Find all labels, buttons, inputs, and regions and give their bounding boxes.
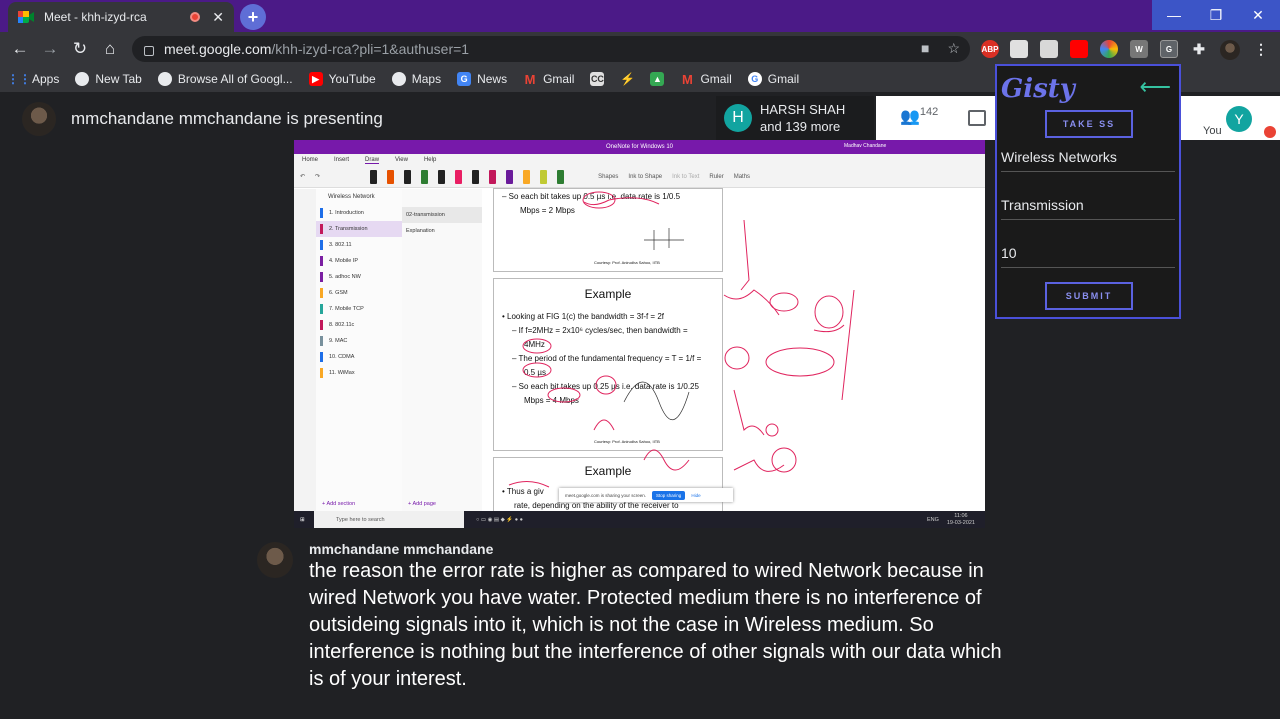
ink-annotations [508,191,855,488]
google-icon: G [747,72,762,86]
apps-grid-icon: ⋮⋮ [7,72,31,86]
bookmark-browse-google[interactable]: Browse All of Googl... [157,72,293,86]
bookmark-youtube[interactable]: ▶ YouTube [308,72,376,86]
presenting-label: mmchandane mmchandane is presenting [71,109,383,128]
restore-button[interactable]: ❐ [1194,0,1238,30]
camera-icon[interactable]: ■ [921,40,929,57]
count-field[interactable]: 10 [1001,242,1175,268]
presenter-avatar [22,102,56,136]
caption-speaker: mmchandane mmchandane [309,541,494,557]
people-icon: 👥 [900,108,920,126]
self-label: You [1203,125,1222,137]
browser-tab[interactable]: Meet - khh-izyd-rca ✕ [8,2,234,32]
bookmark-cc[interactable]: CC [590,72,605,86]
youtube-extension-icon[interactable] [1070,40,1088,58]
url-path: /khh-izyd-rca?pli=1&authuser=1 [271,41,470,57]
bookmark-apps[interactable]: ⋮⋮ Apps [7,72,59,86]
bookmark-new-tab[interactable]: New Tab [75,72,142,86]
browser-toolbar: ← → ↻ ⌂ meet.google.com/khh-izyd-rca?pli… [0,32,1280,66]
reload-icon[interactable]: ↻ [68,38,92,60]
task-view-icon[interactable]: ○ ▭ ◉ ▤ ◆ ⚡ ● ● [476,517,523,523]
windows-taskbar: ⊞ Type here to search ○ ▭ ◉ ▤ ◆ ⚡ ● ● EN… [294,511,985,528]
back-arrow-icon[interactable]: ⟵ [1139,74,1171,100]
shared-screen: OneNote for Windows 10 Madhav Chandane H… [294,140,985,528]
caption-speaker-avatar [257,542,293,578]
people-button[interactable]: 👥142 [900,106,938,126]
participant-tile[interactable]: H HARSH SHAH and 139 more [716,96,874,140]
caption-text: the reason the error rate is higher as c… [309,560,1002,690]
bookmark-maps[interactable]: Maps [391,72,441,86]
chrome-icon [157,72,172,86]
windows-start-icon[interactable]: ⊞ [300,517,305,523]
bookmark-news[interactable]: G News [457,72,507,86]
screen-share-bar: meet.google.com is sharing your screen. … [559,488,733,502]
gisty-logo: Gisty [1001,74,1075,104]
chrome-icon [391,72,406,86]
topic-field[interactable]: Transmission [1001,194,1175,220]
gmail-icon: M [682,71,693,87]
extensions-puzzle-icon[interactable]: ✚ [1190,40,1208,58]
extension-doc-icon[interactable] [1010,40,1028,58]
address-bar[interactable]: meet.google.com/khh-izyd-rca?pli=1&authu… [132,36,970,62]
taskbar-search[interactable]: Type here to search [314,511,464,528]
cc-icon: CC [590,72,605,86]
taskbar-lang: ENG [926,516,939,523]
bookmark-gmail-3[interactable]: G Gmail [747,72,799,86]
bookmark-star-icon[interactable]: ☆ [947,40,960,57]
url-host: meet.google.com [164,41,272,57]
subject-field[interactable]: Wireless Networks [1001,146,1175,172]
participant-more: and 139 more [760,119,841,134]
participant-name: HARSH SHAH [760,102,846,117]
lock-icon [144,46,154,56]
bookmark-power[interactable]: ⚡ [619,72,635,86]
submit-button[interactable]: SUBMIT [1045,282,1133,310]
title-bar: Meet - khh-izyd-rca ✕ + — ❐ ✕ [0,0,1280,32]
bookmark-gmail-2[interactable]: M Gmail [680,71,732,87]
self-tile[interactable]: Y You [1200,100,1280,140]
chat-icon[interactable] [968,110,986,126]
share-message: meet.google.com is sharing your screen. [565,492,647,498]
w-extension-icon[interactable]: W [1130,40,1148,58]
take-ss-button[interactable]: TAKE SS [1045,110,1133,138]
menu-dots-icon[interactable]: ⋮ [1252,40,1270,58]
gmail-icon: M [524,71,536,87]
new-tab-button[interactable]: + [240,4,266,30]
google-news-icon: G [457,72,472,86]
hide-button[interactable]: Hide [691,493,700,498]
profile-avatar[interactable] [1220,40,1240,60]
participant-avatar: H [724,104,752,132]
image-icon: ▲ [650,72,665,86]
chrome-icon [75,72,90,86]
gisty-popup: Gisty ⟵ TAKE SS Wireless Networks Transm… [995,64,1181,319]
bookmark-gmail[interactable]: M Gmail [523,71,575,87]
home-icon[interactable]: ⌂ [98,38,122,60]
tab-title: Meet - khh-izyd-rca [44,10,147,24]
close-window-button[interactable]: ✕ [1236,0,1280,30]
color-picker-icon[interactable] [1100,40,1118,58]
minimize-button[interactable]: — [1152,0,1196,30]
power-icon: ⚡ [619,72,635,86]
tab-close-icon[interactable]: ✕ [212,9,224,26]
forward-arrow-icon[interactable]: → [38,38,62,60]
back-arrow-icon[interactable]: ← [8,38,32,60]
mic-muted-icon [1264,126,1276,138]
print-icon[interactable] [1040,40,1058,58]
people-count: 142 [919,106,939,118]
adblock-plus-icon[interactable]: ABP [981,40,999,58]
recording-indicator-icon [190,12,201,22]
stop-sharing-button[interactable]: Stop sharing [652,490,686,500]
live-caption: mmchandane mmchandane the reason the err… [309,541,1009,693]
youtube-icon: ▶ [308,72,323,86]
self-avatar: Y [1226,106,1252,132]
taskbar-clock: 11:06 19-03-2021 [946,512,975,526]
gisty-extension-icon[interactable]: G [1160,40,1178,58]
bookmark-image[interactable]: ▲ [650,72,665,86]
google-meet-icon [18,10,34,24]
